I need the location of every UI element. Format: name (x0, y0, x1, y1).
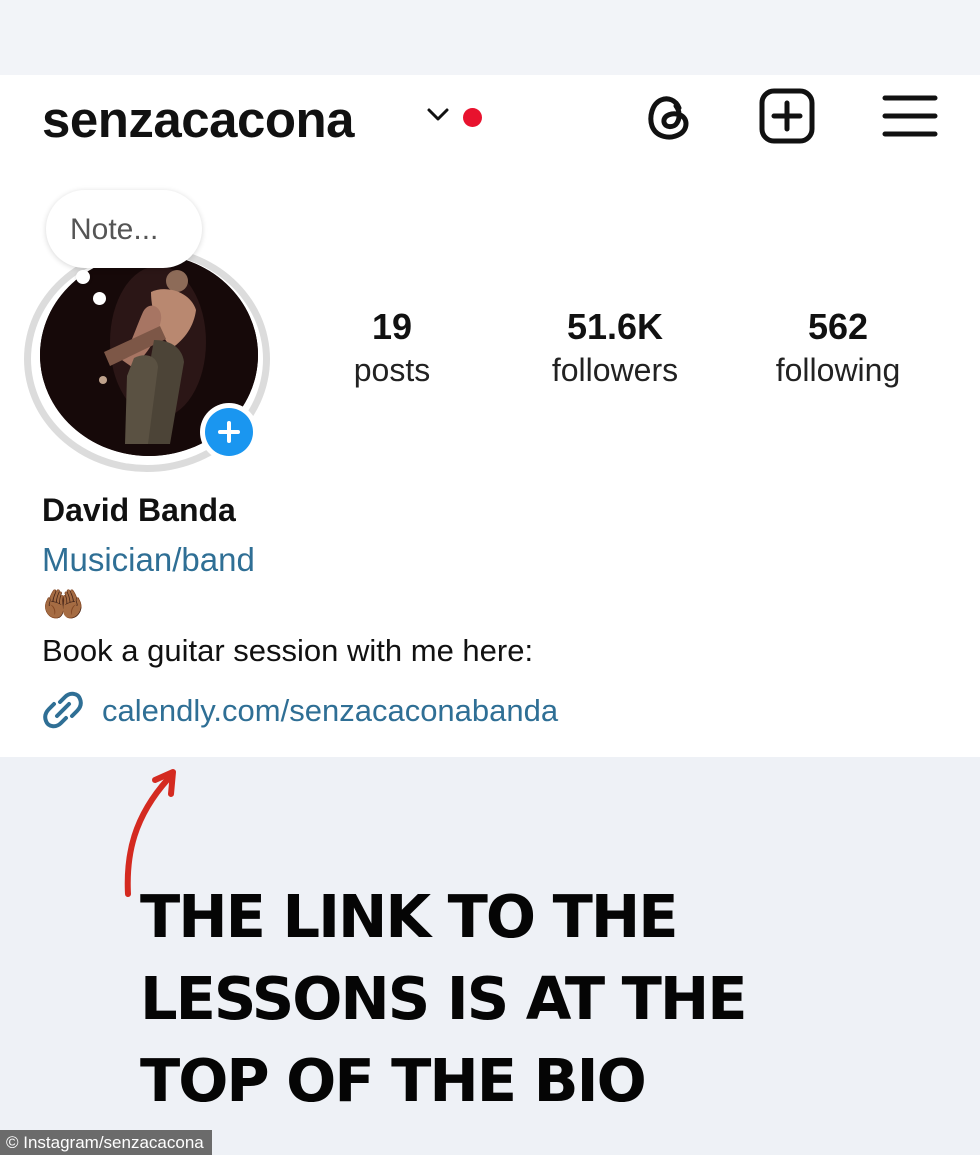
caption-line-3: TOP OF THE BIO (140, 1046, 647, 1115)
bio-emoji: 🤲🏾 (42, 586, 85, 624)
plus-icon (218, 421, 240, 443)
instagram-profile-screenshot: senzacacona Note... 19 posts 51.6K follo… (0, 0, 980, 1155)
caption-line-1: THE LINK TO THE (140, 882, 679, 951)
image-credit: © Instagram/senzacacona (0, 1130, 212, 1155)
caption-line-2: LESSONS IS AT THE (140, 964, 748, 1033)
chevron-down-icon[interactable] (424, 104, 452, 126)
following-value: 562 (807, 306, 869, 347)
following-label: following (775, 352, 901, 388)
profile-category[interactable]: Musician/band (42, 540, 255, 580)
menu-icon[interactable] (880, 86, 940, 146)
caption-text: THE LINK TO THE LESSONS IS AT THE TOP OF… (140, 876, 800, 1122)
threads-icon[interactable] (638, 86, 698, 146)
bio-text: Book a guitar session with me here: (42, 633, 534, 668)
top-background (0, 0, 980, 75)
followers-count[interactable]: 51.6K followers (520, 305, 710, 391)
create-icon[interactable] (757, 86, 817, 146)
posts-value: 19 (371, 306, 413, 347)
note-thought-dot (76, 270, 90, 284)
bio-link[interactable]: calendly.com/senzacaconabanda (102, 691, 558, 731)
link-icon (43, 691, 83, 729)
followers-value: 51.6K (566, 306, 664, 347)
following-count[interactable]: 562 following (743, 305, 933, 391)
display-name: David Banda (42, 492, 236, 528)
posts-label: posts (353, 352, 431, 388)
profile-username[interactable]: senzacacona (42, 92, 355, 148)
followers-label: followers (551, 352, 679, 388)
posts-count[interactable]: 19 posts (297, 305, 487, 391)
notification-dot (463, 108, 482, 127)
note-placeholder: Note... (70, 213, 159, 246)
note-thought-dot-small (93, 292, 106, 305)
